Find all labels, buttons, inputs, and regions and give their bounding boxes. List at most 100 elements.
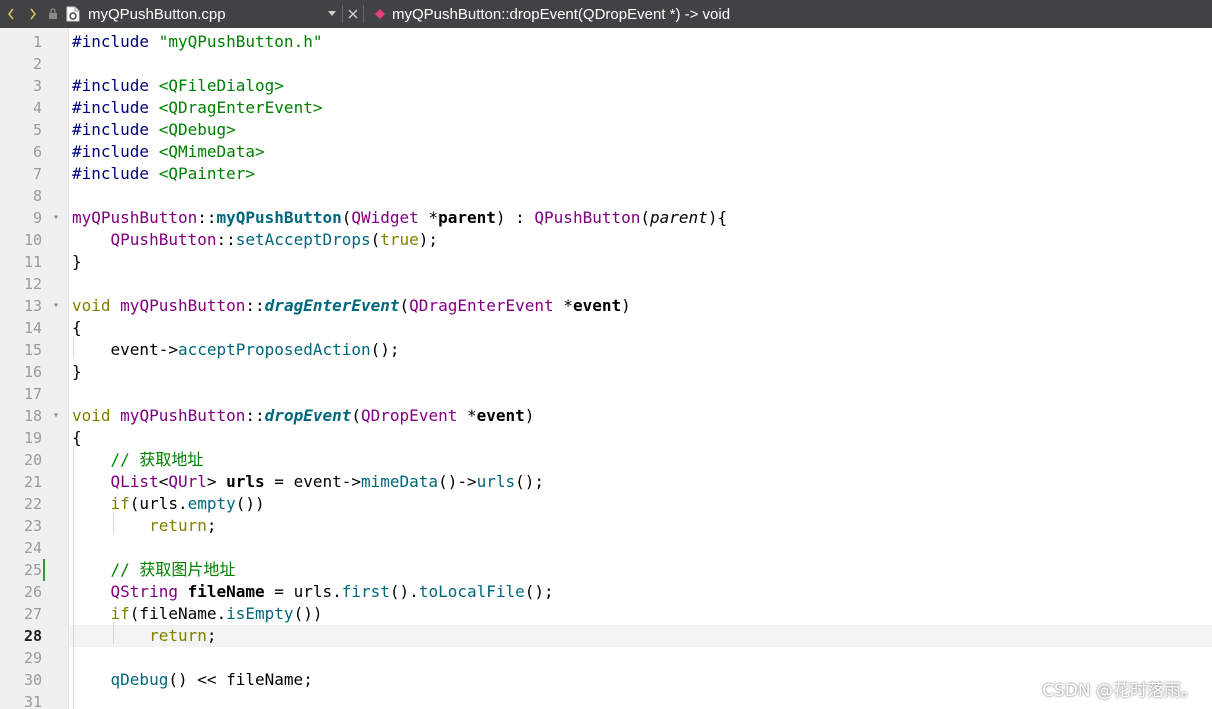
fold-arrow-icon[interactable]: ▾ <box>49 207 63 229</box>
code-line[interactable]: 19 { <box>0 427 1212 449</box>
code-line[interactable]: 31 <box>0 691 1212 709</box>
code-line[interactable]: 29 <box>0 647 1212 669</box>
code-text[interactable]: #include <QDebug> <box>72 119 236 141</box>
code-text[interactable]: void myQPushButton::dragEnterEvent(QDrag… <box>72 295 631 317</box>
indent-guide <box>73 446 74 709</box>
code-text[interactable]: QString fileName = urls.first().toLocalF… <box>72 581 554 603</box>
line-number: 20 <box>23 451 42 469</box>
fold-arrow-icon[interactable]: ▾ <box>49 295 63 317</box>
symbol-selector[interactable]: myQPushButton::dropEvent(QDropEvent *) -… <box>366 6 730 23</box>
line-number: 11 <box>23 253 42 271</box>
code-line[interactable]: 9 ▾ myQPushButton::myQPushButton(QWidget *… <box>0 207 1212 229</box>
code-token: setAcceptDrops <box>235 230 371 249</box>
code-line[interactable]: 6 #include <QMimeData> <box>0 141 1212 163</box>
code-token: QList <box>110 472 159 491</box>
code-token: ) : <box>495 208 535 227</box>
code-line[interactable]: 5 #include <QDebug> <box>0 119 1212 141</box>
code-token: QPushButton <box>534 208 641 227</box>
code-text[interactable]: } <box>72 361 82 383</box>
code-line[interactable]: 21 QList<QUrl> urls = event->mimeData()-… <box>0 471 1212 493</box>
line-number: 9 <box>32 209 42 227</box>
code-text[interactable]: QPushButton::setAcceptDrops(true); <box>72 229 439 251</box>
code-token: qDebug <box>110 670 169 689</box>
code-line[interactable]: 12 <box>0 273 1212 295</box>
code-line[interactable]: 11} <box>0 251 1212 273</box>
code-text[interactable]: return; <box>72 515 217 537</box>
code-text[interactable]: if(urls.empty()) <box>72 493 265 515</box>
line-number: 30 <box>23 671 42 689</box>
code-editor[interactable]: 1 #include "myQPushButton.h" 2 3 #include <Q… <box>0 28 1212 709</box>
code-text[interactable]: } <box>72 251 82 273</box>
code-token: return <box>149 516 207 535</box>
code-token: #include <box>72 142 159 161</box>
code-text[interactable]: return; <box>72 625 216 647</box>
code-line[interactable]: 4 #include <QDragEnterEvent> <box>0 97 1212 119</box>
code-line[interactable]: 28 return; <box>0 625 1212 647</box>
code-token: QPushButton <box>110 230 217 249</box>
code-line[interactable]: 7 #include <QPainter> <box>0 163 1212 185</box>
code-text[interactable]: // 获取图片地址 <box>72 559 236 581</box>
code-token: (urls. <box>129 494 188 513</box>
code-token: myQPushButton <box>216 208 342 227</box>
code-line[interactable]: 2 <box>0 53 1212 75</box>
code-line[interactable]: 24 <box>0 537 1212 559</box>
indent-guide <box>73 336 74 358</box>
code-token: () << fileName; <box>168 670 313 689</box>
code-line[interactable]: 17 <box>0 383 1212 405</box>
code-line[interactable]: 13 ▾ void myQPushButton::dragEnterEvent(QD… <box>0 295 1212 317</box>
chevron-right-icon[interactable] <box>22 0 44 28</box>
code-text[interactable]: #include "myQPushButton.h" <box>72 31 322 53</box>
lock-icon[interactable] <box>44 0 62 28</box>
code-token: true <box>380 230 419 249</box>
code-line[interactable]: 30 qDebug() << fileName; <box>0 669 1212 691</box>
line-number: 24 <box>23 539 42 557</box>
code-text[interactable]: #include <QDragEnterEvent> <box>72 97 322 119</box>
chevron-left-icon[interactable] <box>0 0 22 28</box>
code-line[interactable]: 3 #include <QFileDialog> <box>0 75 1212 97</box>
file-selector[interactable]: myQPushButton.cpp <box>62 0 340 28</box>
file-name[interactable]: myQPushButton.cpp <box>84 6 324 23</box>
code-line[interactable]: 23 return; <box>0 515 1212 537</box>
fold-arrow-icon[interactable]: ▾ <box>49 405 63 427</box>
code-line[interactable]: 22 if(urls.empty()) <box>0 493 1212 515</box>
code-line[interactable]: 1 #include "myQPushButton.h" <box>0 31 1212 53</box>
code-line[interactable]: 26 QString fileName = urls.first().toLoc… <box>0 581 1212 603</box>
code-token: ( <box>341 208 352 227</box>
line-number: 10 <box>23 231 42 249</box>
code-text[interactable]: qDebug() << fileName; <box>72 669 313 691</box>
code-token: = event-> <box>264 472 361 491</box>
code-text[interactable]: myQPushButton::myQPushButton(QWidget *pa… <box>72 207 727 229</box>
code-token: return <box>149 626 207 645</box>
code-text[interactable]: QList<QUrl> urls = event->mimeData()->ur… <box>72 471 545 493</box>
line-number: 5 <box>32 121 42 139</box>
code-line[interactable]: 25 // 获取图片地址 <box>0 559 1212 581</box>
code-line[interactable]: 15 event->acceptProposedAction(); <box>0 339 1212 361</box>
code-line[interactable]: 20 // 获取地址 <box>0 449 1212 471</box>
code-text[interactable]: #include <QPainter> <box>72 163 255 185</box>
code-line[interactable]: 27 if(fileName.isEmpty()) <box>0 603 1212 625</box>
code-line[interactable]: 16} <box>0 361 1212 383</box>
code-line[interactable]: 10 QPushButton::setAcceptDrops(true); <box>0 229 1212 251</box>
code-token: (). <box>389 582 419 601</box>
code-token: (); <box>370 340 400 359</box>
code-token: mimeData <box>361 472 439 491</box>
code-text[interactable]: if(fileName.isEmpty()) <box>72 603 323 625</box>
code-line[interactable]: 18 ▾ void myQPushButton::dropEvent(QDropEv… <box>0 405 1212 427</box>
chevron-down-icon[interactable] <box>324 11 340 17</box>
line-number: 27 <box>23 605 42 623</box>
code-line[interactable]: 8 <box>0 185 1212 207</box>
symbol-name[interactable]: myQPushButton::dropEvent(QDropEvent *) -… <box>392 6 730 23</box>
line-number: 23 <box>23 517 42 535</box>
code-text[interactable]: // 获取地址 <box>72 449 204 471</box>
code-token: ; <box>206 516 217 535</box>
code-text[interactable]: #include <QMimeData> <box>72 141 265 163</box>
code-text[interactable]: void myQPushButton::dropEvent(QDropEvent… <box>72 405 534 427</box>
watermark: CSDN @花时落雨。 <box>1042 681 1198 701</box>
code-text[interactable]: #include <QFileDialog> <box>72 75 284 97</box>
code-text[interactable]: event->acceptProposedAction(); <box>72 339 400 361</box>
close-icon[interactable] <box>345 9 361 19</box>
code-line[interactable]: 14 { <box>0 317 1212 339</box>
code-token: event-> <box>72 340 178 359</box>
